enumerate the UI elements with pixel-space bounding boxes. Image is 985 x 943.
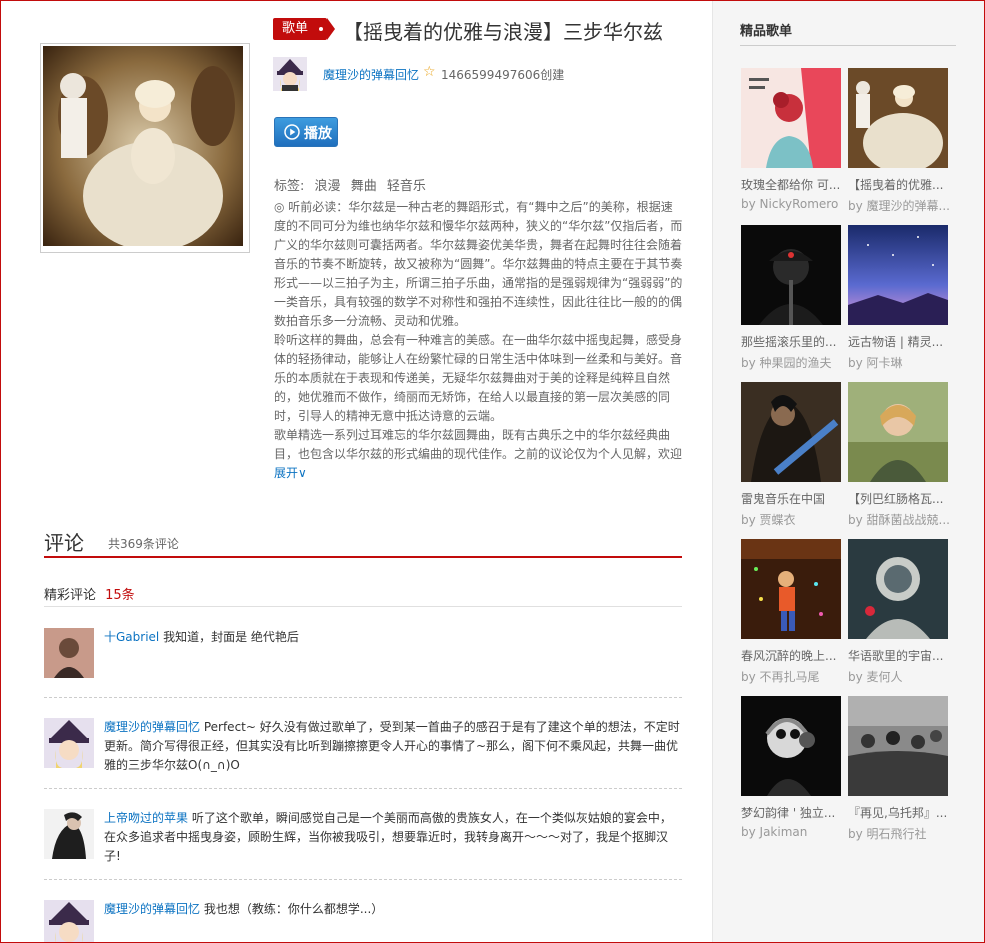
comment-user-link[interactable]: 十Gabriel [104,630,159,644]
comments-title: 评论 [44,531,84,555]
expand-link[interactable]: 展开∨ [274,466,307,480]
creator-avatar[interactable] [273,57,307,91]
playlist-card-author[interactable]: by 贾蝶衣 [741,511,845,528]
playlist-card-author[interactable]: by 不再扎马尾 [741,668,845,685]
playlist-card-name[interactable]: 梦幻韵律 ' 独立... [741,804,845,821]
comment-divider [44,879,682,880]
comment-user-link[interactable]: 魔理沙的弹幕回忆 [104,720,200,734]
playlist-card-name[interactable]: 『再见,乌托邦』... [848,804,952,821]
playlist-title-row: 歌单 【摇曳着的优雅与浪漫】三步华尔兹 [273,16,693,46]
playlist-thumbnail[interactable] [848,68,948,168]
created-time: 1466599497606创建 [441,68,565,82]
playlist-card-name[interactable]: 远古物语 | 精灵... [848,333,952,350]
creator-name-link[interactable]: 魔理沙的弹幕回忆 [323,66,419,83]
cover-image [43,46,243,246]
comment-avatar[interactable] [44,809,94,859]
playlist-thumbnail[interactable] [741,225,841,325]
playlist-card-author[interactable]: by 甜酥菌战战兢... [848,511,952,528]
playlist-cover [40,43,250,253]
playlist-description: ◎ 听前必读：华尔兹是一种古老的舞蹈形式，有“舞中之后”的美称，根据速度的不同可… [274,198,684,483]
badge-label: 歌单 [282,21,309,36]
playlist-thumbnail[interactable] [848,382,948,482]
playlist-thumbnail[interactable] [741,68,841,168]
playlist-card-author[interactable]: by Jakiman [741,825,845,839]
description-text: 歌单精选一系列过耳难忘的华尔兹圆舞曲，既有古典乐之中的华尔兹经典曲目，也包含以华… [274,428,683,461]
playlist-card-author[interactable]: by 麦何人 [848,668,952,685]
comments-header: 评论 共369条评论 [44,527,682,558]
playlist-thumbnail[interactable] [741,696,841,796]
playlist-card-name[interactable]: 华语歌里的宇宙... [848,647,952,664]
description-paragraph: 歌单精选一系列过耳难忘的华尔兹圆舞曲，既有古典乐之中的华尔兹经典曲目，也包含以华… [274,426,684,483]
playlist-thumbnail[interactable] [848,696,948,796]
description-paragraph: ◎ 听前必读：华尔兹是一种古老的舞蹈形式，有“舞中之后”的美称，根据速度的不同可… [274,200,683,328]
comment-text: 上帝吻过的苹果 听了这个歌单，瞬间感觉自己是一个美丽而高傲的贵族女人，在一个类似… [104,809,682,866]
playlist-card-name[interactable]: 【列巴红肠格瓦... [848,490,952,507]
playlist-thumbnail[interactable] [741,382,841,482]
playlist-thumbnail[interactable] [848,225,948,325]
tags-row: 标签: 浪漫 舞曲 轻音乐 [274,175,426,194]
star-icon: ☆ [423,64,436,80]
play-button-label: 播放 [304,126,332,142]
playlist-card-name[interactable]: 雷鬼音乐在中国 [741,490,845,507]
play-button[interactable]: 播放 [274,117,338,147]
playlist-card-author[interactable]: by NickyRomero [741,197,845,211]
playlist-thumbnail[interactable] [848,539,948,639]
comment-avatar[interactable] [44,628,94,678]
tag-item[interactable]: 轻音乐 [387,179,426,194]
badge-dot [319,27,323,31]
comment-item: 十Gabriel 我知道，封面是 绝代艳后 [44,628,682,678]
hot-comments-count: 15条 [105,588,135,603]
playlist-card-name[interactable]: 春风沉醉的晚上... [741,647,845,664]
comment-body: 我知道，封面是 绝代艳后 [159,630,299,644]
playlist-card-name[interactable]: 玫瑰全都给你 可... [741,176,845,193]
comment-text: 魔理沙的弹幕回忆 Perfect~ 好久没有做过歌单了，受到某一首曲子的感召于是… [104,718,682,775]
playlist-badge: 歌单 [273,18,335,40]
comment-avatar[interactable] [44,900,94,942]
tags-label: 标签: [274,179,305,194]
comment-text: 十Gabriel 我知道，封面是 绝代艳后 [104,628,682,647]
comment-body: 听了这个歌单，瞬间感觉自己是一个美丽而高傲的贵族女人，在一个类似灰姑娘的宴会中，… [104,811,672,863]
playlist-thumbnail[interactable] [741,539,841,639]
comment-user-link[interactable]: 上帝吻过的苹果 [104,811,188,825]
sidebar-divider [740,45,956,46]
playlist-card-author[interactable]: by 魔理沙的弹幕... [848,197,952,214]
playlist-card-name[interactable]: 【摇曳着的优雅... [848,176,952,193]
hot-comments-label: 精彩评论 [44,588,97,603]
comment-item: 魔理沙的弹幕回忆 Perfect~ 好久没有做过歌单了，受到某一首曲子的感召于是… [44,718,682,778]
tag-item[interactable]: 浪漫 [315,179,341,194]
creator-info: 魔理沙的弹幕回忆 ☆ 1466599497606创建 [273,57,693,91]
description-paragraph: 聆听这样的舞曲，总会有一种难言的美感。在一曲华尔兹中摇曳起舞，感受身体的轻扬律动… [274,333,683,423]
hot-comments-header: 精彩评论 15条 [44,584,682,607]
playlist-main: 歌单 【摇曳着的优雅与浪漫】三步华尔兹 魔理沙的弹幕回忆 ☆ 146659949… [0,0,712,943]
playlist-card-author[interactable]: by 种果园的渔夫 [741,354,845,371]
comment-text: 魔理沙的弹幕回忆 我也想（教练：你什么都想学...） [104,900,682,919]
comment-item: 魔理沙的弹幕回忆 我也想（教练：你什么都想学...） [44,900,682,942]
page-title: 【摇曳着的优雅与浪漫】三步华尔兹 [343,20,663,44]
play-icon [284,124,300,140]
comment-divider [44,788,682,789]
tag-item[interactable]: 舞曲 [351,179,377,194]
comments-total: 共369条评论 [108,537,179,551]
playlist-card-author[interactable]: by 阿卡琳 [848,354,952,371]
playlist-card-name[interactable]: 那些摇滚乐里的... [741,333,845,350]
comment-user-link[interactable]: 魔理沙的弹幕回忆 [104,902,200,916]
sidebar-title: 精品歌单 [740,24,793,39]
comment-divider [44,697,682,698]
sidebar: 精品歌单 玫瑰全都给你 可... by NickyRomero 【摇曳着的优雅.… [712,0,985,943]
comment-body: 我也想（教练：你什么都想学...） [200,902,384,916]
comment-item: 上帝吻过的苹果 听了这个歌单，瞬间感觉自己是一个美丽而高傲的贵族女人，在一个类似… [44,809,682,869]
comment-avatar[interactable] [44,718,94,768]
playlist-card-author[interactable]: by 明石飛行社 [848,825,952,842]
